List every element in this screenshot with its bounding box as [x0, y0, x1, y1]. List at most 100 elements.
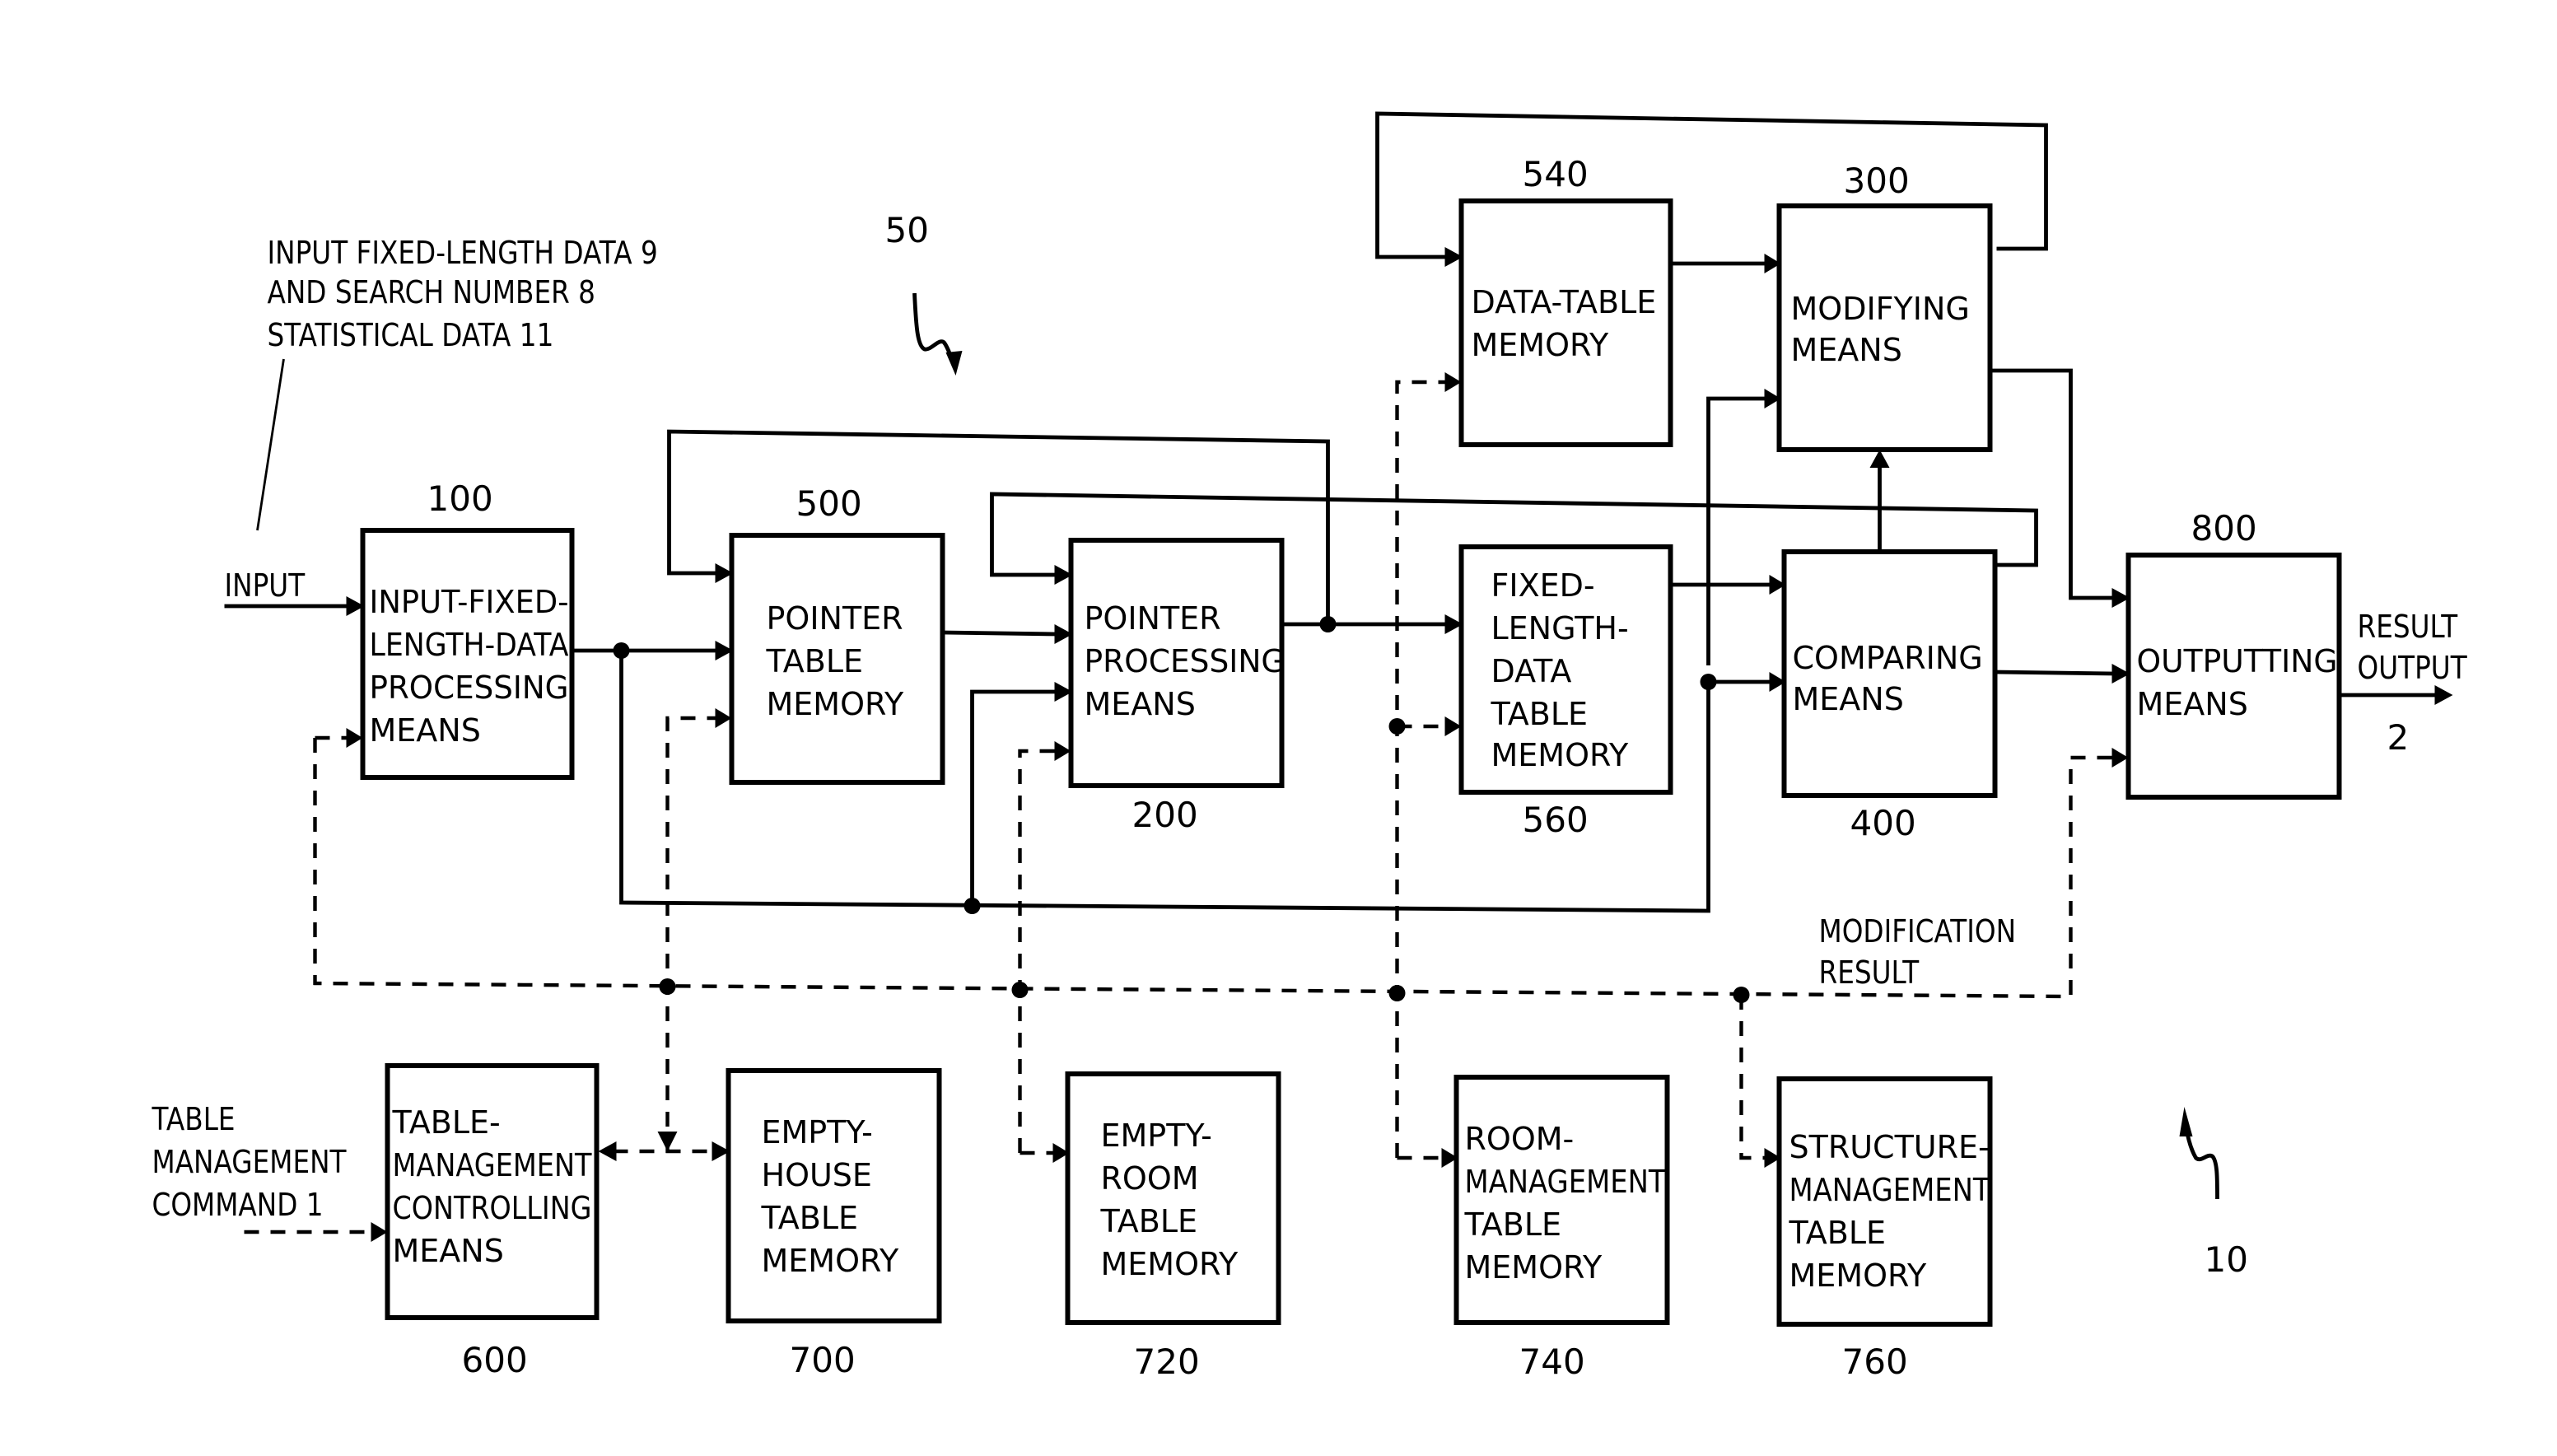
block-frame: [726, 1068, 942, 1323]
block-label-line: OUTPUTTING: [2137, 643, 2338, 679]
block-label-line: PROCESSING: [370, 670, 569, 706]
solid-connections: [224, 111, 2453, 914]
block-label-line: HOUSE: [762, 1157, 872, 1193]
block-ref: 100: [427, 478, 493, 519]
junction-dot: [1733, 987, 1750, 1003]
block-label-line: MEMORY: [767, 686, 904, 722]
block-ref: 500: [796, 483, 862, 524]
block-200[interactable]: 200 POINTER PROCESSING MEANS: [1068, 538, 1285, 835]
block-700[interactable]: EMPTY- HOUSE TABLE MEMORY 700: [726, 1068, 942, 1380]
block-ref: 720: [1134, 1342, 1200, 1382]
table-management-command-line-3: COMMAND 1: [152, 1187, 324, 1223]
result-output-ref: 2: [2387, 717, 2410, 758]
squiggle-arrow-50-icon: [912, 292, 963, 376]
block-label-line: TABLE: [1789, 1215, 1887, 1251]
block-ref: 740: [1519, 1342, 1585, 1382]
block-label-line: TABLE: [1491, 696, 1589, 732]
result-output-label: RESULT OUTPUT 2: [2358, 609, 2468, 758]
junction-dot: [659, 978, 676, 995]
block-500[interactable]: 500 POINTER TABLE MEMORY: [729, 483, 945, 785]
arrow-head-icon: [598, 1141, 617, 1161]
modification-result-line-2: RESULT: [1819, 954, 1920, 991]
block-label-line: MEANS: [2137, 686, 2248, 722]
block-label-line: EMPTY-: [1101, 1118, 1212, 1154]
block-label-line: MEANS: [1793, 681, 1904, 717]
block-frame: [1776, 203, 1993, 452]
block-label-line: COMPARING: [1793, 640, 1983, 676]
block-label-line: ROOM: [1101, 1160, 1199, 1197]
result-output-line-1: RESULT: [2358, 609, 2458, 645]
connector-400-to-800: [1995, 670, 2116, 676]
block-label-line: MEMORY: [762, 1243, 899, 1279]
block-ref: 200: [1132, 795, 1198, 835]
block-540[interactable]: 540 DATA-TABLE MEMORY: [1458, 154, 1673, 447]
block-label-line: MEANS: [393, 1233, 504, 1269]
block-label-line: MANAGEMENT: [1465, 1164, 1667, 1200]
block-label-line: DATA-TABLE: [1472, 284, 1657, 320]
connector-500-to-200: [942, 630, 1058, 637]
block-ref: 540: [1523, 154, 1589, 194]
squiggle-arrow-10-icon: [2179, 1107, 2219, 1200]
input-label: INPUT: [225, 567, 306, 604]
block-800[interactable]: 800 OUTPUTTING MEANS: [2125, 508, 2342, 800]
block-frame: [1065, 1071, 1281, 1325]
arrow-head-icon: [1869, 450, 1890, 468]
junction-dot: [1011, 982, 1029, 998]
block-label-line: POINTER: [1085, 600, 1221, 637]
block-label-line: FIXED-: [1491, 567, 1595, 604]
block-740[interactable]: ROOM- MANAGEMENT TABLE MEMORY 740: [1453, 1075, 1670, 1382]
block-760[interactable]: STRUCTURE- MANAGEMENT TABLE MEMORY 760: [1776, 1076, 1993, 1382]
block-label-line: MODIFYING: [1791, 291, 1970, 327]
modification-result-label: MODIFICATION RESULT: [1819, 913, 2017, 991]
block-label-line: TABLE: [1100, 1203, 1198, 1239]
block-ref: 760: [1842, 1342, 1908, 1382]
control-to-760: [1739, 995, 1766, 1160]
block-label-line: MEMORY: [1789, 1258, 1927, 1294]
block-label-line: MEANS: [1791, 332, 1902, 368]
junction-dot: [1388, 985, 1406, 1001]
connector-bus-to-200: [970, 689, 1058, 906]
block-label-line: MEMORY: [1465, 1249, 1603, 1286]
control-to-500: [665, 716, 717, 1153]
junction-dot: [1388, 718, 1406, 735]
block-600[interactable]: TABLE- MANAGEMENT CONTROLLING MEANS 600: [385, 1063, 600, 1380]
result-output-line-2: OUTPUT: [2358, 650, 2468, 686]
arrow-head-icon: [2434, 685, 2453, 705]
block-label-line: INPUT-FIXED-: [370, 584, 569, 620]
block-frame: [1453, 1075, 1670, 1325]
control-to-200: [1018, 749, 1057, 1153]
block-label-line: CONTROLLING: [393, 1190, 592, 1226]
table-management-command-label: TABLE MANAGEMENT COMMAND 1: [152, 1101, 348, 1223]
block-720[interactable]: EMPTY- ROOM TABLE MEMORY 720: [1065, 1071, 1281, 1382]
block-label-line: MEMORY: [1101, 1246, 1239, 1282]
arrow-head-icon: [657, 1132, 678, 1151]
block-label-line: MEMORY: [1472, 327, 1609, 363]
block-ref: 700: [790, 1340, 856, 1380]
junction-dot: [964, 898, 981, 914]
block-label-line: LENGTH-DATA: [370, 627, 569, 663]
block-label-line: LENGTH-: [1491, 610, 1629, 646]
modification-result-line-1: MODIFICATION: [1819, 913, 2017, 950]
control-to-540: [1395, 380, 1447, 1158]
block-ref: 600: [462, 1340, 528, 1380]
block-label-line: PROCESSING: [1085, 643, 1285, 679]
block-400[interactable]: 400 COMPARING MEANS: [1781, 549, 1998, 843]
block-ref: 300: [1844, 161, 1910, 201]
connector-bus-to-300: [1706, 396, 1768, 665]
block-300[interactable]: 300 MODIFYING MEANS: [1776, 161, 1993, 452]
input-note-leader-line: [256, 358, 285, 531]
block-label-line: EMPTY-: [762, 1114, 873, 1150]
block-label-line: ROOM-: [1465, 1121, 1575, 1157]
block-100[interactable]: 100 INPUT-FIXED- LENGTH-DATA PROCESSING …: [360, 478, 575, 780]
block-ref: 800: [2191, 508, 2257, 548]
block-label-line: DATA: [1491, 653, 1572, 689]
block-label-line: STRUCTURE-: [1789, 1129, 1990, 1165]
block-560[interactable]: 560 FIXED- LENGTH- DATA TABLE MEMORY: [1458, 544, 1673, 840]
block-label-line: POINTER: [767, 600, 903, 637]
block-ref: 400: [1850, 803, 1916, 843]
table-management-command-line-2: MANAGEMENT: [152, 1144, 348, 1180]
block-label-line: TABLE: [766, 643, 864, 679]
block-frame: [1458, 198, 1673, 447]
block-diagram: INPUT FIXED-LENGTH DATA 9 AND SEARCH NUM…: [152, 111, 2468, 1382]
system-ref-10: 10: [2205, 1239, 2248, 1280]
